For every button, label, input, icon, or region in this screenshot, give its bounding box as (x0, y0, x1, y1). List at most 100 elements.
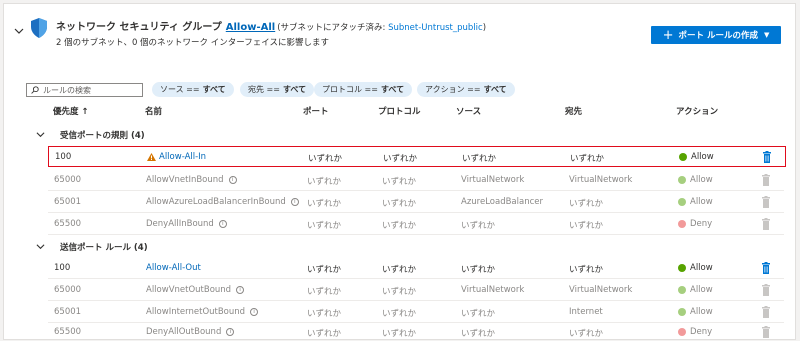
search-input[interactable]: ルールの検索 (26, 83, 143, 97)
table-row[interactable]: 100 Allow-All-Out いずれか いずれか いずれか いずれか Al… (48, 258, 784, 279)
action-label: Allow (690, 263, 713, 273)
cell-port: いずれか (307, 287, 342, 297)
pill-label: プロトコル == (322, 85, 378, 94)
column-header-destination[interactable]: 宛先 (565, 105, 582, 117)
rule-name-link[interactable]: Allow-All-In (159, 152, 206, 162)
action-label: Allow (691, 152, 714, 162)
cell-name: DenyAllOutBound i (146, 327, 235, 337)
filter-pill-protocol[interactable]: プロトコル == すべて (314, 82, 413, 97)
attached-info: (サブネットにアタッチ済み: Subnet-Untrust_public) (277, 23, 486, 33)
allow-icon (678, 285, 686, 294)
filter-pill-destination[interactable]: 宛先 == すべて (240, 82, 315, 97)
allow-icon (679, 152, 687, 161)
create-button-label: ポート ルールの作成 (678, 31, 758, 41)
pill-value: すべて (380, 85, 405, 94)
table-row[interactable]: 65000 AllowVnetInBound i いずれか いずれか Virtua… (48, 170, 784, 191)
chevron-down-icon[interactable] (36, 242, 45, 251)
cell-source: いずれか (461, 265, 496, 275)
filter-pill-action[interactable]: アクション == すべて (417, 82, 515, 97)
create-port-rule-button[interactable]: + ポート ルールの作成 ▼ (651, 26, 781, 44)
column-header-action[interactable]: アクション (676, 105, 718, 117)
delete-icon (762, 284, 770, 296)
info-icon[interactable]: i (236, 285, 245, 294)
cell-action: Deny (678, 219, 712, 229)
rule-name: AllowInternetOutBound (146, 307, 246, 317)
delete-icon (762, 218, 770, 230)
info-icon[interactable]: i (226, 327, 235, 336)
rule-name-link[interactable]: Allow-All-Out (146, 263, 201, 273)
group-inbound[interactable]: 受信ポートの規則 (4) (8, 126, 790, 144)
table-row[interactable]: 100 Allow-All-In いずれか いずれか いずれか いずれか All… (48, 146, 786, 167)
cell-destination: いずれか (569, 199, 604, 209)
page-subtitle: 2 個のサブネット、0 個のネットワーク インターフェイスに影響します (56, 38, 329, 48)
cell-destination: いずれか (569, 329, 604, 339)
cell-priority: 65000 (54, 285, 82, 295)
search-placeholder: ルールの検索 (43, 85, 91, 95)
allow-icon (678, 197, 686, 206)
table-row[interactable]: 65000 AllowVnetOutBound i いずれか いずれか Virtu… (48, 280, 784, 301)
group-outbound[interactable]: 送信ポート ルール (4) (8, 238, 790, 256)
cell-destination: いずれか (569, 221, 604, 231)
search-icon (31, 86, 39, 94)
column-header-port[interactable]: ポート (303, 105, 329, 117)
group-label: 送信ポート ルール (4) (60, 243, 148, 253)
cell-protocol: いずれか (382, 265, 417, 275)
shield-icon (31, 18, 47, 38)
delete-icon[interactable] (762, 151, 772, 163)
cell-action: Allow (678, 175, 713, 185)
cell-protocol: いずれか (382, 177, 417, 187)
delete-icon (762, 174, 770, 186)
allow-icon (678, 307, 686, 316)
nsg-panel: ネットワーク セキュリティ グループ Allow-All (サブネットにアタッチ済み… (3, 3, 796, 340)
rule-name: AllowAzureLoadBalancerInBound (146, 197, 286, 207)
rule-name: DenyAllInBound (146, 219, 214, 229)
allow-icon (678, 175, 686, 184)
column-header-priority[interactable]: 優先度 ↑ (53, 105, 89, 117)
delete-icon (762, 196, 770, 208)
table-row[interactable]: 65001 AllowAzureLoadBalancerInBound i いずれ… (48, 192, 784, 213)
cell-protocol: いずれか (382, 221, 417, 231)
deny-icon (678, 327, 686, 336)
cell-priority: 65001 (54, 197, 82, 207)
cell-name: AllowAzureLoadBalancerInBound i (146, 197, 299, 207)
chevron-down-icon[interactable] (36, 130, 45, 139)
title-text: ネットワーク セキュリティ グループ (56, 22, 222, 33)
info-icon[interactable]: i (250, 307, 259, 316)
subnet-link[interactable]: Subnet-Untrust_public (388, 23, 483, 33)
delete-icon[interactable] (761, 262, 771, 274)
chevron-down-icon: ▼ (763, 31, 770, 39)
cell-name[interactable]: Allow-All-In (147, 152, 206, 162)
chevron-down-icon[interactable] (14, 26, 24, 36)
rule-name: AllowVnetInBound (146, 175, 224, 185)
attached-suffix: ) (482, 23, 487, 33)
page-title: ネットワーク セキュリティ グループ Allow-All (サブネットにアタッチ済み… (56, 18, 486, 33)
info-icon[interactable]: i (218, 219, 227, 228)
info-icon[interactable]: i (228, 175, 237, 184)
cell-priority: 65500 (54, 219, 82, 229)
delete-icon (762, 326, 770, 338)
pill-label: ソース == (160, 85, 200, 94)
action-label: Allow (690, 307, 713, 317)
cell-source: VirtualNetwork (461, 175, 525, 185)
column-header-source[interactable]: ソース (456, 105, 481, 117)
cell-destination: いずれか (570, 154, 605, 164)
filter-pill-source[interactable]: ソース == すべて (152, 82, 234, 97)
table-row[interactable]: 65500 DenyAllOutBound i いずれか いずれか いずれか いず… (48, 322, 784, 341)
cell-priority: 100 (54, 263, 71, 273)
nsg-name-link[interactable]: Allow-All (226, 22, 275, 33)
cell-port: いずれか (307, 221, 342, 231)
table-row[interactable]: 65500 DenyAllInBound i いずれか いずれか いずれか いずれ… (48, 214, 784, 235)
cell-port: いずれか (307, 329, 342, 339)
column-header-name[interactable]: 名前 (145, 105, 162, 117)
cell-action: Allow (678, 285, 713, 295)
table-row[interactable]: 65001 AllowInternetOutBound i いずれか いずれか い… (48, 302, 784, 323)
cell-source: AzureLoadBalancer (461, 197, 543, 207)
cell-source: VirtualNetwork (461, 285, 525, 295)
rule-name: DenyAllOutBound (146, 327, 222, 337)
cell-action: Allow (679, 152, 714, 162)
pill-label: 宛先 == (248, 85, 280, 94)
column-header-protocol[interactable]: プロトコル (378, 105, 421, 117)
info-icon[interactable]: i (290, 197, 299, 206)
cell-port: いずれか (307, 177, 342, 187)
cell-source: いずれか (461, 309, 496, 319)
